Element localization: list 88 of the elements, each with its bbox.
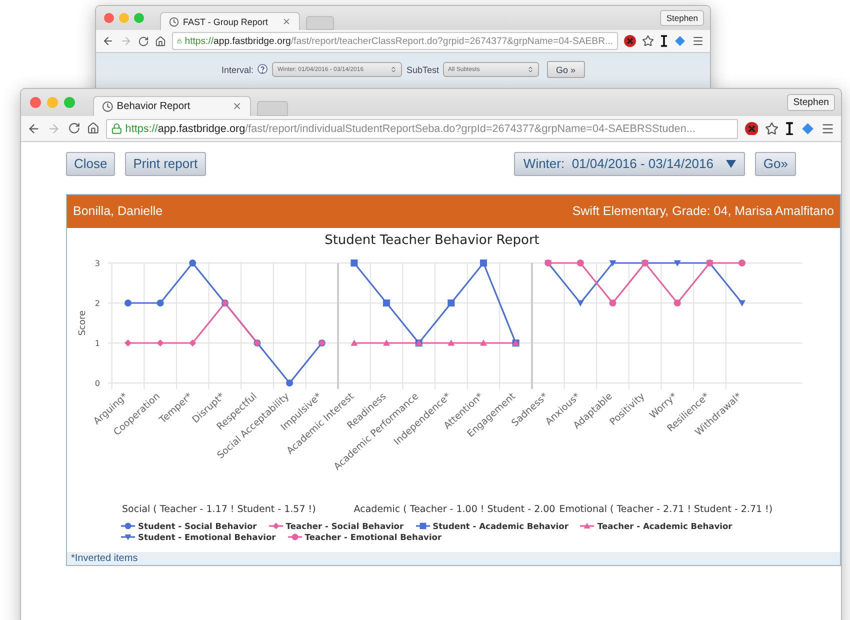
tick-label: 3 [94,258,100,268]
interval-label: Interval: [221,64,254,74]
data-point [415,339,422,346]
data-point [576,259,584,266]
reload-icon[interactable] [68,122,80,135]
back-icon[interactable] [27,122,41,136]
student-info: Swift Elementary, Grade: 04, Marisa Amalfitano [572,204,834,218]
report-button[interactable]: Print report [125,152,206,176]
data-point [383,299,390,306]
go-button[interactable]: Go » [547,61,585,78]
data-point [448,299,455,306]
data-point [156,299,164,306]
close-icon[interactable] [282,17,291,26]
diamond-icon[interactable] [801,122,815,136]
data-point [286,379,294,386]
data-point [674,260,681,266]
diamond-icon[interactable] [674,35,686,47]
data-point [350,339,358,346]
star-icon[interactable] [642,35,654,47]
cursor-icon[interactable] [785,122,794,136]
chart-title: Student Teacher Behavior Report [324,232,540,248]
tick-label: 2 [94,298,100,308]
data-point [738,259,746,266]
data-point [189,259,196,266]
lock-icon [177,36,182,46]
legend-item[interactable]: Teacher - Social Behavior [268,520,404,531]
data-point [674,299,681,306]
data-point [318,339,326,346]
profile-button[interactable]: Stephen [787,94,835,112]
go-button[interactable]: Go» [755,152,796,176]
report-button[interactable]: Close [66,152,116,176]
legend-item[interactable]: Student - Academic Behavior [416,520,568,531]
chevron-icon [390,66,398,73]
dropdown-icon [726,160,736,168]
interval-select[interactable]: Winter: 01/04/2016 - 03/14/2016 [514,152,746,176]
data-point [609,260,616,266]
score-summary: Social ( Teacher - 1.17 ! Student - 1.57 !) [122,504,316,515]
data-point [448,339,455,346]
data-point [221,299,228,306]
tick-label: 1 [94,338,100,348]
clock-icon [169,16,179,26]
browser-tab[interactable]: FAST - Group Report [160,12,300,30]
address-bar[interactable]: https://app.fastbridge.org/fast/report/teacherClassReport.do?grpid=2674377&grpName=04-SAEBR... [172,32,618,50]
data-point [350,259,358,266]
close-icon[interactable] [232,101,242,112]
data-point [254,339,261,346]
data-point [706,259,714,266]
lock-icon [111,122,122,134]
student-name: Bonilla, Danielle [73,204,163,218]
reload-icon[interactable] [138,36,149,46]
menu-icon[interactable] [692,35,704,47]
clock-icon [102,100,113,112]
data-point [480,259,487,266]
footnote: *Inverted items [71,552,138,564]
data-point [738,300,746,306]
tick-label: 0 [94,378,100,388]
data-point [512,339,520,346]
data-point [124,339,132,346]
legend-item[interactable]: Student - Emotional Behavior [121,532,276,542]
legend-item[interactable]: Teacher - Emotional Behavior [288,532,442,542]
back-icon[interactable] [102,35,114,47]
data-point [642,259,649,266]
data-point [480,339,487,346]
score-summary: Emotional ( Teacher - 2.71 ! Student - 2.71 !) [559,504,773,515]
data-point [383,339,390,346]
data-point [189,339,196,346]
data-point [156,339,164,346]
data-point [124,299,132,306]
data-point [544,259,552,266]
star-icon[interactable] [765,122,779,136]
home-icon[interactable] [155,36,166,46]
subtest-label: SubTest [406,64,440,74]
blocked-icon[interactable] [624,35,636,47]
score-summary: Academic ( Teacher - 1.00 ! Student - 2.00 [354,504,556,515]
help-icon[interactable] [257,64,268,76]
address-bar[interactable]: https://app.fastbridge.org/fast/report/individualStudentReportSeba.do?grpId=2674377&grpName=04-SAEBRSStuden... [106,118,738,139]
menu-icon[interactable] [821,122,835,136]
legend-item[interactable]: Teacher - Academic Behavior [580,520,732,531]
chevron-icon [527,66,534,73]
data-point [609,299,616,306]
legend-item[interactable]: Student - Social Behavior [121,520,257,531]
profile-button[interactable]: Stephen [660,10,704,26]
data-point [576,300,584,306]
blocked-icon[interactable] [744,122,758,136]
axis-title: Score [78,310,88,336]
cursor-icon[interactable] [660,35,668,47]
home-icon[interactable] [86,122,100,135]
browser-tab[interactable]: Behavior Report [92,96,251,116]
